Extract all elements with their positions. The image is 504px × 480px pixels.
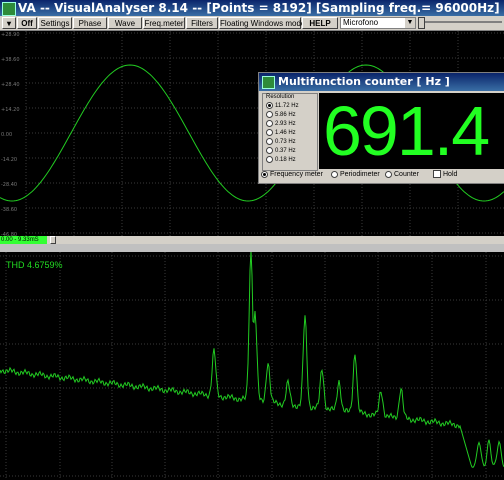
window-title-bar: VA -- VisualAnalyser 8.14 -- [Points = 8… <box>0 0 504 16</box>
mode-counter[interactable]: Counter <box>385 170 419 180</box>
phase-button[interactable]: Phase <box>73 17 107 29</box>
spectrum-view <box>0 252 504 480</box>
radio-icon[interactable] <box>266 129 273 136</box>
scope-y-tick-label: +28.90 <box>1 32 20 38</box>
input-source-select[interactable]: Microfono ▼ <box>340 17 416 29</box>
frequency-reading: 691.4 <box>323 93 490 169</box>
resolution-option-11-72[interactable]: 11.72 Hz <box>266 102 299 110</box>
thd-readout: THD 4.6759% <box>6 260 63 270</box>
checkbox-icon[interactable] <box>433 170 441 179</box>
resolution-option-5-86[interactable]: 5.86 Hz <box>266 111 296 119</box>
chevron-down-icon[interactable]: ▼ <box>405 18 415 28</box>
level-slider[interactable] <box>418 17 502 29</box>
radio-icon[interactable] <box>261 170 268 178</box>
panel-divider[interactable] <box>0 244 504 252</box>
resolution-option-1-46[interactable]: 1.46 Hz <box>266 129 296 137</box>
toolbar-menu-button[interactable]: ▾ <box>2 17 16 29</box>
app-icon <box>2 1 16 16</box>
off-button[interactable]: Off <box>17 17 37 29</box>
resolution-option-0-18[interactable]: 0.18 Hz <box>266 156 296 164</box>
radio-icon[interactable] <box>385 170 392 178</box>
resolution-option-0-37[interactable]: 0.37 Hz <box>266 147 296 155</box>
resolution-option-2-93[interactable]: 2.93 Hz <box>266 120 296 128</box>
filters-button[interactable]: Filters <box>186 17 218 29</box>
radio-icon[interactable] <box>331 170 338 178</box>
scope-y-tick-label: +28.40 <box>1 82 20 88</box>
counter-title-bar[interactable]: Multifunction counter [ Hz ] <box>259 73 504 91</box>
radio-icon[interactable] <box>266 102 273 109</box>
spectrum-graph <box>0 252 504 480</box>
window-title: VA -- VisualAnalyser 8.14 -- [Points = 8… <box>18 1 504 15</box>
floating-windows-mode-button[interactable]: Floating Windows mode <box>219 17 305 29</box>
counter-window-icon <box>262 75 275 89</box>
toolbar: ▾ Off Settings Phase Wave Freq.meter Fil… <box>0 16 504 31</box>
scrollbar-thumb[interactable] <box>50 236 56 244</box>
scope-y-tick-label: 0.00 <box>1 132 12 138</box>
mode-periodimeter[interactable]: Periodimeter <box>331 170 380 180</box>
radio-icon[interactable] <box>266 138 273 145</box>
scope-y-tick-label: -14.20 <box>1 157 17 163</box>
wave-button[interactable]: Wave <box>108 17 142 29</box>
scope-y-labels: +28.90 +38.60 +28.40 +14.20 0.00 -14.20 -28.40… <box>1 32 20 236</box>
spectrum-trace <box>0 252 504 469</box>
mode-frequency-meter[interactable]: Frequency meter <box>261 170 323 180</box>
scope-y-tick-label: +38.60 <box>1 57 20 63</box>
settings-button[interactable]: Settings <box>38 17 72 29</box>
time-readout: 0.00 - 9.33mS <box>0 236 47 244</box>
radio-icon[interactable] <box>266 156 273 163</box>
counter-title: Multifunction counter [ Hz ] <box>278 75 450 88</box>
multifunction-counter-window[interactable]: Multifunction counter [ Hz ] Resolution … <box>258 72 504 184</box>
resolution-option-0-73[interactable]: 0.73 Hz <box>266 138 296 146</box>
hold-checkbox[interactable]: Hold <box>433 170 457 180</box>
radio-icon[interactable] <box>266 120 273 127</box>
help-button[interactable]: HELP <box>302 17 338 29</box>
resolution-group: Resolution 11.72 Hz 5.86 Hz 2.93 Hz 1.46… <box>262 93 318 171</box>
input-source-value: Microfono <box>343 18 379 27</box>
resolution-label: Resolution <box>266 94 295 100</box>
freq-meter-button[interactable]: Freq.meter <box>143 17 185 29</box>
scope-y-tick-label: +14.20 <box>1 107 20 113</box>
time-scrollbar[interactable]: 0.00 - 9.33mS <box>0 236 504 244</box>
scope-y-tick-label: -28.40 <box>1 182 17 188</box>
frequency-display: 691.4 <box>319 93 504 169</box>
scope-y-tick-label: -38.60 <box>1 207 17 213</box>
radio-icon[interactable] <box>266 111 273 118</box>
radio-icon[interactable] <box>266 147 273 154</box>
counter-mode-options: Frequency meter Periodimeter Counter Hol… <box>261 170 504 180</box>
slider-thumb[interactable] <box>418 17 425 29</box>
